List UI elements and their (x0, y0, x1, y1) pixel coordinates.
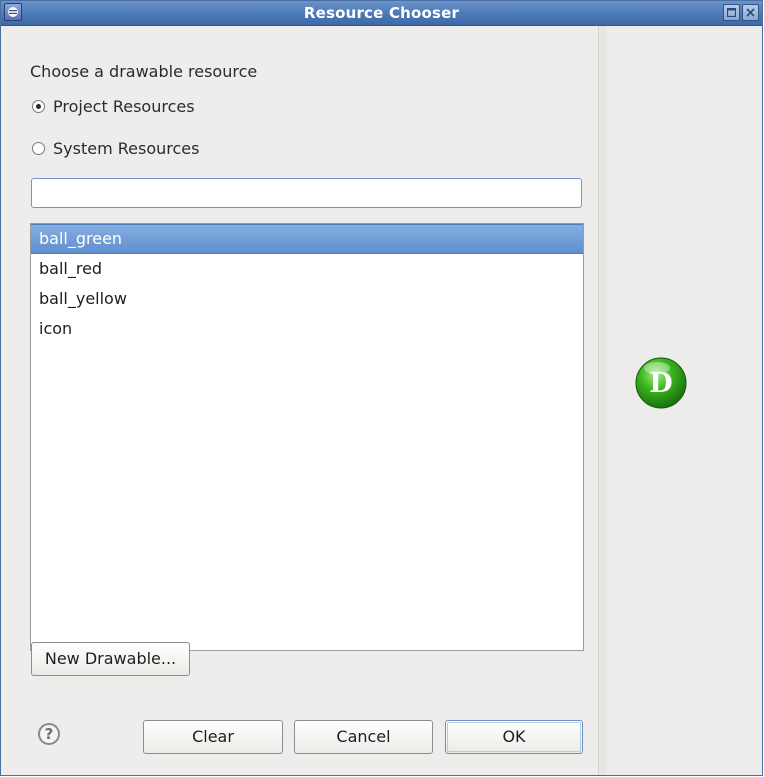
radio-project-resources[interactable]: Project Resources (32, 97, 195, 116)
green-ball-icon: D (630, 352, 692, 414)
list-item[interactable]: ball_green (31, 224, 583, 254)
filter-input[interactable] (31, 178, 582, 208)
radio-button[interactable] (32, 142, 45, 155)
radio-label: System Resources (53, 139, 200, 158)
maximize-icon[interactable] (723, 4, 740, 21)
radio-system-resources[interactable]: System Resources (32, 139, 199, 158)
title-bar: Resource Chooser (1, 1, 762, 26)
resource-list[interactable]: ball_green ball_red ball_yellow icon (30, 223, 584, 651)
chooser-pane: Choose a drawable resource Project Resou… (1, 26, 598, 775)
close-icon[interactable] (742, 4, 759, 21)
window-title: Resource Chooser (303, 4, 460, 22)
ok-button[interactable]: OK (445, 720, 583, 754)
help-icon[interactable]: ? (38, 723, 60, 745)
cancel-button[interactable]: Cancel (294, 720, 433, 754)
clear-button[interactable]: Clear (143, 720, 283, 754)
list-item[interactable]: ball_yellow (31, 284, 583, 314)
prompt-label: Choose a drawable resource (30, 62, 258, 81)
preview-letter: D (649, 368, 672, 399)
resource-chooser-dialog: Resource Chooser Choose a drawable resou… (0, 0, 763, 776)
list-item[interactable]: icon (31, 314, 583, 344)
radio-label: Project Resources (53, 97, 195, 116)
radio-button-selected[interactable] (32, 100, 45, 113)
preview-pane: D (607, 26, 762, 775)
new-drawable-button[interactable]: New Drawable... (31, 642, 190, 676)
list-item[interactable]: ball_red (31, 254, 583, 284)
